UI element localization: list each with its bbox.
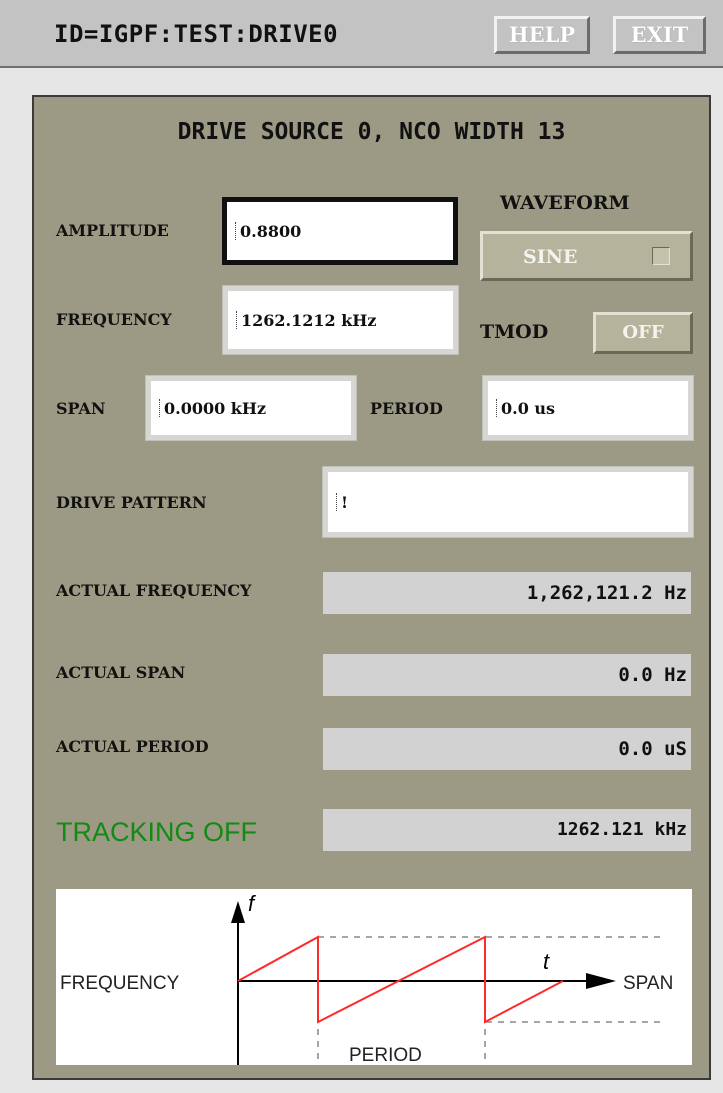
f-axis-arrow-icon bbox=[231, 901, 245, 923]
drive-pattern-value: ! bbox=[341, 492, 349, 512]
text-cursor bbox=[496, 399, 499, 417]
sweep-diagram: f t FREQUENCY SPAN PERIOD bbox=[56, 889, 692, 1066]
title-bar: ID=IGPF:TEST:DRIVE0 HELP EXIT bbox=[0, 0, 723, 68]
tmod-label: TMOD bbox=[480, 321, 549, 343]
period-axis-label: PERIOD bbox=[349, 1045, 422, 1065]
help-button[interactable]: HELP bbox=[494, 16, 590, 54]
text-cursor bbox=[235, 222, 238, 240]
sweep-diagram-svg: f t FREQUENCY SPAN PERIOD bbox=[60, 891, 673, 1066]
period-label: PERIOD bbox=[370, 399, 443, 418]
span-axis-label: SPAN bbox=[623, 973, 673, 994]
span-label: SPAN bbox=[56, 399, 106, 418]
frequency-input[interactable]: 1262.1212 kHz bbox=[222, 285, 459, 355]
text-cursor bbox=[336, 493, 339, 511]
t-axis-arrow-icon bbox=[586, 973, 616, 989]
frequency-value: 1262.1212 kHz bbox=[241, 310, 377, 330]
amplitude-input[interactable]: 0.8800 bbox=[222, 197, 458, 265]
t-axis-label: t bbox=[543, 949, 550, 974]
tmod-toggle[interactable]: OFF bbox=[593, 312, 693, 354]
actual-period-label: ACTUAL PERIOD bbox=[56, 737, 209, 756]
drive-pattern-input[interactable]: ! bbox=[322, 466, 694, 538]
actual-span-readout: 0.0 Hz bbox=[323, 654, 691, 696]
period-value: 0.0 us bbox=[501, 398, 556, 418]
tracking-readout: 1262.121 kHz bbox=[323, 809, 691, 851]
text-cursor bbox=[159, 399, 162, 417]
span-input[interactable]: 0.0000 kHz bbox=[145, 375, 357, 441]
waveform-label: WAVEFORM bbox=[500, 192, 630, 214]
frequency-ramp bbox=[237, 935, 564, 1024]
period-input[interactable]: 0.0 us bbox=[482, 375, 694, 441]
waveform-indicator-icon bbox=[652, 247, 670, 265]
amplitude-value: 0.8800 bbox=[240, 221, 302, 241]
panel-header: DRIVE SOURCE 0, NCO WIDTH 13 bbox=[177, 119, 566, 145]
drive-pattern-label: DRIVE PATTERN bbox=[56, 493, 207, 512]
drive-panel: DRIVE SOURCE 0, NCO WIDTH 13 AMPLITUDE 0… bbox=[32, 95, 711, 1080]
tracking-status: TRACKING OFF bbox=[56, 817, 257, 847]
amplitude-label: AMPLITUDE bbox=[56, 221, 169, 240]
frequency-axis-label: FREQUENCY bbox=[60, 973, 180, 994]
f-axis-label: f bbox=[248, 891, 257, 916]
frequency-label: FREQUENCY bbox=[56, 310, 172, 329]
text-cursor bbox=[236, 311, 239, 329]
record-id: ID=IGPF:TEST:DRIVE0 bbox=[54, 20, 339, 48]
actual-frequency-label: ACTUAL FREQUENCY bbox=[56, 581, 252, 600]
actual-frequency-readout: 1,262,121.2 Hz bbox=[323, 572, 691, 614]
actual-span-label: ACTUAL SPAN bbox=[56, 663, 186, 682]
waveform-value: SINE bbox=[523, 246, 578, 268]
exit-button[interactable]: EXIT bbox=[613, 16, 706, 54]
waveform-selector[interactable]: SINE bbox=[480, 231, 693, 281]
span-value: 0.0000 kHz bbox=[164, 398, 267, 418]
actual-period-readout: 0.0 uS bbox=[323, 728, 691, 770]
